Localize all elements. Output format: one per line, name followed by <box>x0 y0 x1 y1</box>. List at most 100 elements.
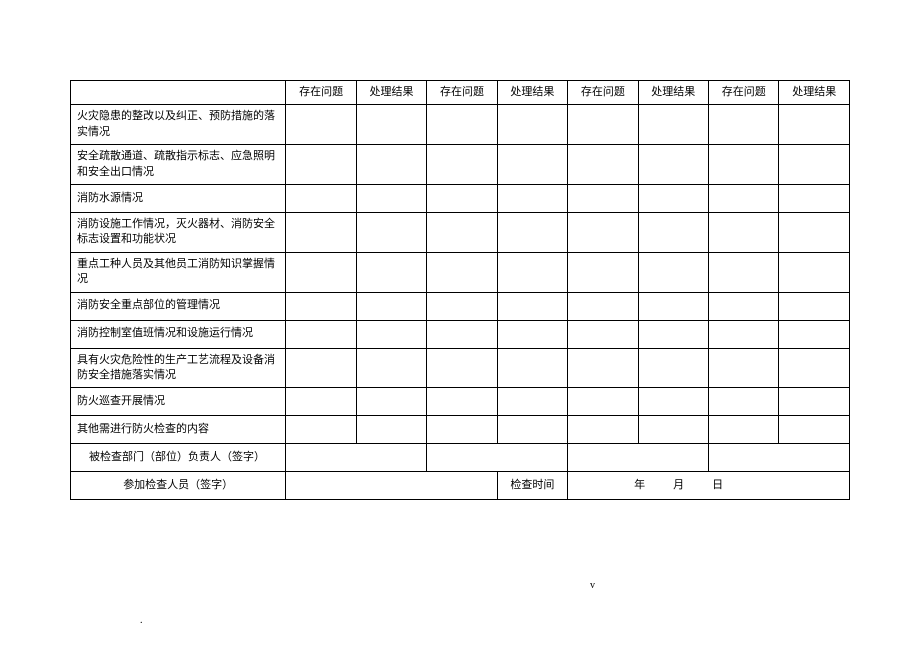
cell <box>286 145 356 185</box>
header-result-3: 处理结果 <box>638 81 708 105</box>
cell <box>709 320 779 348</box>
cell <box>497 292 567 320</box>
cell <box>427 292 497 320</box>
header-problem-1: 存在问题 <box>286 81 356 105</box>
cell <box>427 416 497 444</box>
dept-signer-cell-2 <box>427 444 568 472</box>
inspect-date-cell: 年月日 <box>568 472 850 500</box>
table-row: 消防安全重点部位的管理情况 <box>71 292 850 320</box>
header-result-4: 处理结果 <box>779 81 850 105</box>
cell <box>356 145 426 185</box>
inspectors-signature-cell <box>286 472 497 500</box>
cell <box>638 320 708 348</box>
cell <box>286 184 356 212</box>
cell <box>638 184 708 212</box>
cell <box>568 388 638 416</box>
header-problem-3: 存在问题 <box>568 81 638 105</box>
cell <box>779 212 850 252</box>
cell <box>568 320 638 348</box>
header-result-2: 处理结果 <box>497 81 567 105</box>
cell <box>286 105 356 145</box>
cell <box>497 388 567 416</box>
table-row: 安全疏散通道、疏散指示标志、应急照明和安全出口情况 <box>71 145 850 185</box>
cell <box>497 184 567 212</box>
row-label: 防火巡查开展情况 <box>71 388 286 416</box>
table-row: 防火巡查开展情况 <box>71 388 850 416</box>
cell <box>709 184 779 212</box>
cell <box>779 292 850 320</box>
cell <box>286 320 356 348</box>
row-label: 火灾隐患的整改以及纠正、预防措施的落实情况 <box>71 105 286 145</box>
cell <box>497 252 567 292</box>
inspectors-label: 参加检查人员（签字） <box>71 472 286 500</box>
cell <box>497 320 567 348</box>
cell <box>709 105 779 145</box>
cell <box>356 320 426 348</box>
cell <box>427 388 497 416</box>
cell <box>356 348 426 388</box>
cell <box>779 184 850 212</box>
cell <box>286 388 356 416</box>
row-label: 安全疏散通道、疏散指示标志、应急照明和安全出口情况 <box>71 145 286 185</box>
row-label: 具有火灾危险性的生产工艺流程及设备消防安全措施落实情况 <box>71 348 286 388</box>
cell <box>779 320 850 348</box>
header-problem-4: 存在问题 <box>709 81 779 105</box>
cell <box>638 348 708 388</box>
cell <box>709 252 779 292</box>
table-row: 消防控制室值班情况和设施运行情况 <box>71 320 850 348</box>
cell <box>779 348 850 388</box>
inspect-time-label: 检查时间 <box>497 472 567 500</box>
cell <box>286 292 356 320</box>
cell <box>638 145 708 185</box>
cell <box>709 145 779 185</box>
header-empty <box>71 81 286 105</box>
cell <box>356 252 426 292</box>
cell <box>497 348 567 388</box>
cell <box>779 416 850 444</box>
row-label: 消防水源情况 <box>71 184 286 212</box>
cell <box>427 348 497 388</box>
cell <box>427 212 497 252</box>
dept-signer-cell-4 <box>709 444 850 472</box>
cell <box>356 105 426 145</box>
dept-signer-cell-3 <box>568 444 709 472</box>
cell <box>779 105 850 145</box>
dept-signer-label: 被检查部门（部位）负责人（签字） <box>71 444 286 472</box>
table-row: 其他需进行防火检查的内容 <box>71 416 850 444</box>
cell <box>427 184 497 212</box>
cell <box>568 348 638 388</box>
cell <box>427 145 497 185</box>
cell <box>568 252 638 292</box>
table-row: 火灾隐患的整改以及纠正、预防措施的落实情况 <box>71 105 850 145</box>
cell <box>779 388 850 416</box>
cell <box>638 212 708 252</box>
date-month: 月 <box>673 479 684 491</box>
cell <box>638 388 708 416</box>
table-row: 消防设施工作情况，灭火器材、消防安全标志设置和功能状况 <box>71 212 850 252</box>
row-label: 消防安全重点部位的管理情况 <box>71 292 286 320</box>
cell <box>427 105 497 145</box>
cell <box>356 292 426 320</box>
cell <box>356 416 426 444</box>
cell <box>497 416 567 444</box>
cell <box>427 320 497 348</box>
footer-mark: v <box>590 580 595 591</box>
table-row: 具有火灾危险性的生产工艺流程及设备消防安全措施落实情况 <box>71 348 850 388</box>
cell <box>568 105 638 145</box>
header-result-1: 处理结果 <box>356 81 426 105</box>
table-row: 消防水源情况 <box>71 184 850 212</box>
cell <box>568 145 638 185</box>
row-label: 其他需进行防火检查的内容 <box>71 416 286 444</box>
cell <box>568 184 638 212</box>
header-problem-2: 存在问题 <box>427 81 497 105</box>
table-header-row: 存在问题 处理结果 存在问题 处理结果 存在问题 处理结果 存在问题 处理结果 <box>71 81 850 105</box>
cell <box>568 416 638 444</box>
cell <box>568 292 638 320</box>
cell <box>638 105 708 145</box>
cell <box>638 252 708 292</box>
cell <box>427 252 497 292</box>
date-day: 日 <box>712 479 723 491</box>
cell <box>779 145 850 185</box>
cell <box>709 416 779 444</box>
footer-dot: . <box>140 615 143 626</box>
